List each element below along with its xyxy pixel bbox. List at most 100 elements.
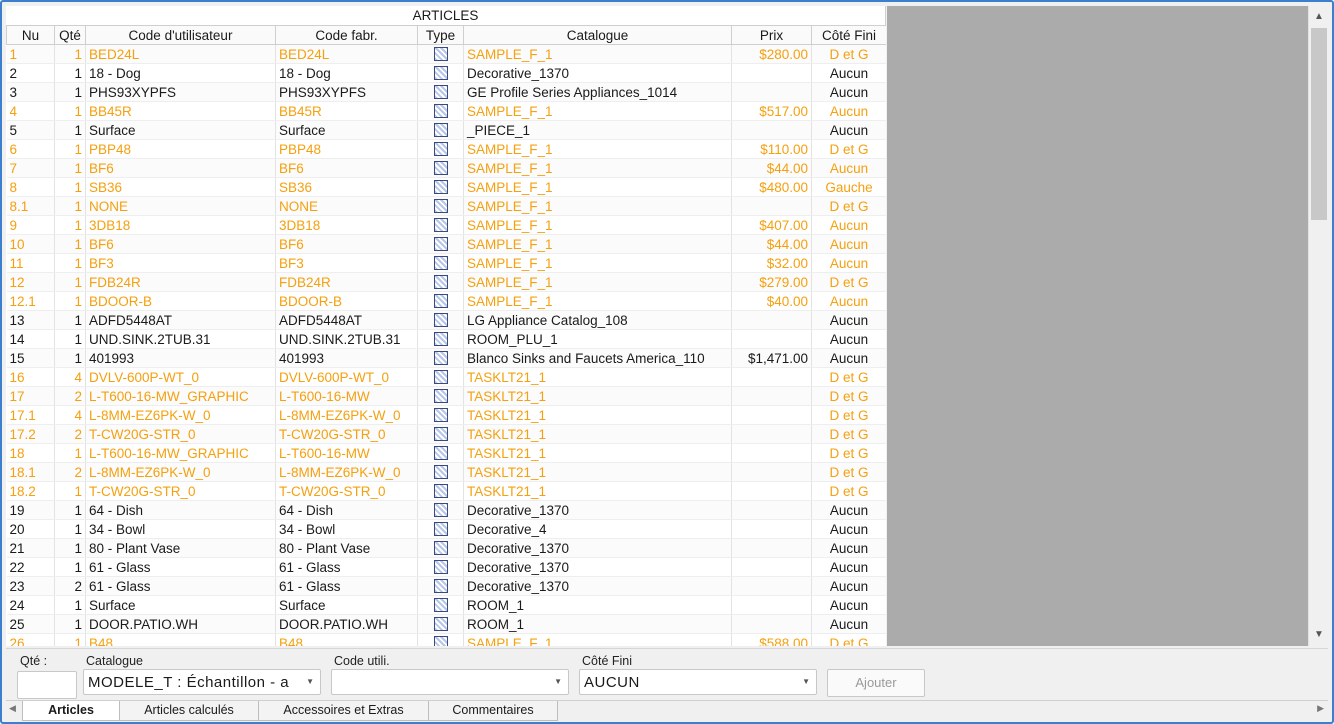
table-row[interactable]: 24 1 Surface Surface ROOM_1 Aucun [6, 595, 886, 615]
table-row[interactable]: 17.2 2 T-CW20G-STR_0 T-CW20G-STR_0 TASKLT21_… [6, 424, 886, 444]
arrow-up-icon[interactable]: ▲ [1309, 8, 1329, 26]
column-header-user-code[interactable]: Code d'utilisateur [85, 26, 276, 45]
cell-user-code: Surface [85, 120, 276, 140]
table-row[interactable]: 16 4 DVLV-600P-WT_0 DVLV-600P-WT_0 TASKLT21_… [6, 367, 886, 387]
catalog-item-icon [433, 198, 448, 213]
cell-nu: 7 [6, 158, 55, 178]
catalogue-select[interactable]: MODELE_T : Échantillon - a ▼ [83, 669, 321, 695]
cell-manufacturer-code: 80 - Plant Vase [275, 538, 418, 558]
cell-user-code: BF6 [85, 234, 276, 254]
table-row[interactable]: 26 1 B48 B48 SAMPLE_F_1 $588.00 D et G [6, 633, 886, 646]
column-header-type[interactable]: Type [417, 26, 464, 45]
arrow-right-icon[interactable]: ▶ [1317, 703, 1324, 714]
table-row[interactable]: 15 1 401993 401993 Blanco Sinks and Faucets … [6, 348, 886, 368]
catalog-item-icon [433, 521, 448, 536]
table-row[interactable]: 4 1 BB45R BB45R SAMPLE_F_1 $517.00 Aucun [6, 101, 886, 121]
vertical-scrollbar[interactable]: ▲ ▼ [1308, 6, 1329, 646]
table-row[interactable]: 7 1 BF6 BF6 SAMPLE_F_1 $44.00 Aucun [6, 158, 886, 178]
cell-finished-side: Aucun [811, 120, 886, 140]
cell-catalogue: SAMPLE_F_1 [463, 101, 732, 121]
table-row[interactable]: 6 1 PBP48 PBP48 SAMPLE_F_1 $110.00 D et G [6, 139, 886, 159]
table-row[interactable]: 12 1 FDB24R FDB24R SAMPLE_F_1 $279.00 D et G [6, 272, 886, 292]
arrow-down-icon[interactable]: ▼ [1309, 626, 1329, 644]
cell-nu: 9 [6, 215, 55, 235]
scrollbar-thumb[interactable] [1311, 28, 1327, 220]
tab-accessories-extras[interactable]: Accessoires et Extras [258, 701, 429, 721]
table-row[interactable]: 18.2 1 T-CW20G-STR_0 T-CW20G-STR_0 TASKLT21_… [6, 481, 886, 501]
table-row[interactable]: 25 1 DOOR.PATIO.WH DOOR.PATIO.WH ROOM_1 Aucun [6, 614, 886, 634]
catalog-item-icon [433, 46, 448, 61]
arrow-left-icon[interactable]: ◀ [9, 703, 16, 714]
cell-user-code: 64 - Dish [85, 500, 276, 520]
table-row[interactable]: 23 2 61 - Glass 61 - Glass Decorative_1370 Au… [6, 576, 886, 596]
chevron-down-icon[interactable]: ▼ [802, 677, 810, 686]
cell-user-code: 18 - Dog [85, 63, 276, 83]
user-code-select[interactable]: ▼ [331, 669, 569, 695]
cell-user-code: L-8MM-EZ6PK-W_0 [85, 462, 276, 482]
cell-nu: 20 [6, 519, 55, 539]
column-header-finished-side[interactable]: Côté Fini [811, 26, 886, 45]
cell-type [417, 538, 464, 558]
column-header-qte[interactable]: Qté [54, 26, 86, 45]
cell-type [417, 386, 464, 406]
table-row[interactable]: 2 1 18 - Dog 18 - Dog Decorative_1370 Aucun [6, 63, 886, 83]
table-row[interactable]: 19 1 64 - Dish 64 - Dish Decorative_1370 Aucu… [6, 500, 886, 520]
table-row[interactable]: 12.1 1 BDOOR-B BDOOR-B SAMPLE_F_1 $40.00 Aucun [6, 291, 886, 311]
cell-catalogue: SAMPLE_F_1 [463, 44, 732, 64]
cell-manufacturer-code: 34 - Bowl [275, 519, 418, 539]
cell-qty: 1 [54, 82, 86, 102]
cell-type [417, 519, 464, 539]
table-row[interactable]: 22 1 61 - Glass 61 - Glass Decorative_1370 Au… [6, 557, 886, 577]
cell-nu: 16 [6, 367, 55, 387]
add-button[interactable]: Ajouter [827, 669, 925, 697]
chevron-down-icon[interactable]: ▼ [554, 677, 562, 686]
tab-computed-articles[interactable]: Articles calculés [119, 701, 259, 721]
table-row[interactable]: 18 1 L-T600-16-MW_GRAPHIC L-T600-16-MW TASKL… [6, 443, 886, 463]
table-row[interactable]: 8.1 1 NONE NONE SAMPLE_F_1 D et G [6, 196, 886, 216]
cell-price [731, 481, 812, 501]
cell-qty: 1 [54, 633, 86, 646]
tab-comments[interactable]: Commentaires [428, 701, 558, 721]
cell-price: $1,471.00 [731, 348, 812, 368]
cell-finished-side: D et G [811, 633, 886, 646]
table-row[interactable]: 20 1 34 - Bowl 34 - Bowl Decorative_4 Aucun [6, 519, 886, 539]
table-row[interactable]: 17.1 4 L-8MM-EZ6PK-W_0 L-8MM-EZ6PK-W_0 TASKL… [6, 405, 886, 425]
table-row[interactable]: 10 1 BF6 BF6 SAMPLE_F_1 $44.00 Aucun [6, 234, 886, 254]
cell-nu: 14 [6, 329, 55, 349]
cell-type [417, 557, 464, 577]
column-header-nu[interactable]: Nu [6, 26, 55, 45]
cell-catalogue: Decorative_1370 [463, 557, 732, 577]
table-row[interactable]: 3 1 PHS93XYPFS PHS93XYPFS GE Profile Series … [6, 82, 886, 102]
table-row[interactable]: 18.1 2 L-8MM-EZ6PK-W_0 L-8MM-EZ6PK-W_0 TASKL… [6, 462, 886, 482]
cell-user-code: 61 - Glass [85, 576, 276, 596]
cell-nu: 24 [6, 595, 55, 615]
table-row[interactable]: 1 1 BED24L BED24L SAMPLE_F_1 $280.00 D et G [6, 44, 886, 64]
table-header-row: Nu Qté Code d'utilisateur Code fabr. Typ… [6, 26, 886, 45]
cell-manufacturer-code: NONE [275, 196, 418, 216]
cell-manufacturer-code: 18 - Dog [275, 63, 418, 83]
column-header-catalogue[interactable]: Catalogue [463, 26, 732, 45]
table-row[interactable]: 14 1 UND.SINK.2TUB.31 UND.SINK.2TUB.31 ROOM_… [6, 329, 886, 349]
column-header-price[interactable]: Prix [731, 26, 812, 45]
cell-catalogue: SAMPLE_F_1 [463, 177, 732, 197]
cell-manufacturer-code: L-8MM-EZ6PK-W_0 [275, 405, 418, 425]
finished-side-select[interactable]: AUCUN ▼ [579, 669, 817, 695]
cell-nu: 18 [6, 443, 55, 463]
cell-nu: 4 [6, 101, 55, 121]
table-row[interactable]: 11 1 BF3 BF3 SAMPLE_F_1 $32.00 Aucun [6, 253, 886, 273]
cell-catalogue: Decorative_1370 [463, 500, 732, 520]
table-row[interactable]: 13 1 ADFD5448AT ADFD5448AT LG Appliance Cata… [6, 310, 886, 330]
table-row[interactable]: 21 1 80 - Plant Vase 80 - Plant Vase Decorat… [6, 538, 886, 558]
qty-input[interactable] [17, 671, 77, 699]
cell-qty: 4 [54, 367, 86, 387]
table-row[interactable]: 17 2 L-T600-16-MW_GRAPHIC L-T600-16-MW TASKL… [6, 386, 886, 406]
chevron-down-icon[interactable]: ▼ [306, 677, 314, 686]
table-row[interactable]: 9 1 3DB18 3DB18 SAMPLE_F_1 $407.00 Aucun [6, 215, 886, 235]
tab-articles[interactable]: Articles [22, 701, 120, 721]
column-header-manufacturer-code[interactable]: Code fabr. [275, 26, 418, 45]
table-row[interactable]: 5 1 Surface Surface _PIECE_1 Aucun [6, 120, 886, 140]
cell-user-code: ADFD5448AT [85, 310, 276, 330]
table-row[interactable]: 8 1 SB36 SB36 SAMPLE_F_1 $480.00 Gauche [6, 177, 886, 197]
cell-qty: 4 [54, 405, 86, 425]
cell-user-code: T-CW20G-STR_0 [85, 424, 276, 444]
